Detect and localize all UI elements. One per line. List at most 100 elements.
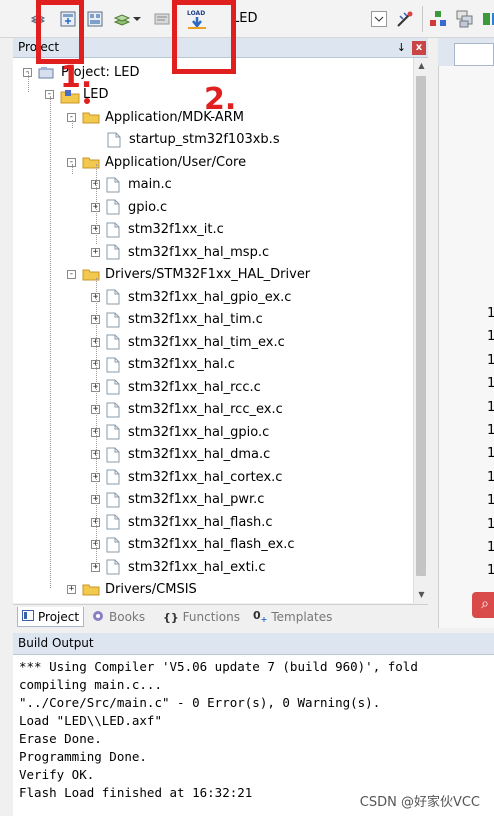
pack-installer-icon[interactable] — [481, 9, 494, 29]
tree-file[interactable]: + stm32f1xx_hal_cortex.c — [91, 467, 282, 487]
build-output-title: Build Output — [18, 636, 94, 650]
file-icon — [106, 514, 120, 530]
line-number: 1 — [487, 352, 494, 368]
editor-tab[interactable] — [454, 43, 494, 66]
tree-file[interactable]: startup_stm32f103xb.s — [107, 130, 280, 150]
tree-file[interactable]: + stm32f1xx_hal_gpio.c — [91, 422, 269, 442]
tree-guide-line — [96, 164, 97, 244]
tree-group[interactable]: + Drivers/CMSIS — [67, 580, 197, 600]
editor-gutter: 1 1 1 1 1 1 1 1 1 1 1 1 — [438, 66, 494, 628]
tab-templates[interactable]: 0+ Templates — [253, 607, 332, 627]
file-icon — [106, 222, 120, 238]
file-icon — [106, 289, 120, 305]
options-icon[interactable] — [152, 9, 172, 29]
annotation-box-2 — [172, 0, 236, 74]
pin-icon[interactable]: ↓ — [397, 41, 406, 54]
tab-books-label: Books — [109, 610, 146, 624]
scroll-up-icon[interactable]: ▲ — [414, 58, 429, 74]
build-output-line: Erase Done. — [19, 731, 102, 746]
scroll-thumb[interactable] — [416, 76, 426, 576]
tree-file-label: startup_stm32f103xb.s — [129, 132, 280, 147]
file-icon — [106, 424, 120, 440]
project-root-icon — [38, 66, 56, 79]
books-icon — [91, 610, 105, 625]
file-icon — [107, 132, 121, 148]
annotation-dot — [84, 98, 90, 104]
tree-file[interactable]: + stm32f1xx_it.c — [91, 220, 224, 240]
build-output-line: compiling main.c... — [19, 677, 162, 692]
tree-file[interactable]: + stm32f1xx_hal_rcc.c — [91, 377, 261, 397]
watermark: CSDN @好家伙VCC — [359, 795, 480, 810]
tree-file-label: stm32f1xx_hal_pwr.c — [128, 492, 265, 507]
file-icon — [106, 402, 120, 418]
tree-group-label: Drivers/CMSIS — [105, 582, 197, 597]
templates-icon: 0+ — [253, 609, 268, 625]
line-number: 1 — [487, 446, 494, 462]
line-number: 1 — [487, 540, 494, 555]
tree-file-label: stm32f1xx_hal_tim.c — [128, 312, 263, 327]
functions-icon: {} — [163, 610, 179, 624]
scroll-down-icon[interactable]: ▼ — [414, 587, 429, 603]
tree-file[interactable]: + stm32f1xx_hal_gpio_ex.c — [91, 287, 291, 307]
line-number: 1 — [487, 563, 494, 579]
tree-file-label: stm32f1xx_hal_gpio.c — [128, 424, 270, 440]
tree-guide-line — [72, 120, 73, 128]
manage-components-icon[interactable] — [428, 9, 448, 29]
close-panel-button[interactable]: x — [412, 41, 426, 55]
stop-build-icon[interactable] — [112, 9, 132, 29]
file-icon — [106, 312, 120, 328]
tree-guide-line — [28, 72, 29, 92]
tree-group[interactable]: - Drivers/STM32F1xx_HAL_Driver — [67, 265, 310, 285]
tree-file-label: stm32f1xx_hal_msp.c — [128, 244, 270, 260]
tree-file[interactable]: + stm32f1xx_hal.c — [91, 355, 235, 375]
tab-project-label: Project — [38, 609, 80, 624]
build-output-line: "../Core/Src/main.c" - 0 Error(s), 0 War… — [19, 695, 381, 710]
tree-file[interactable]: + stm32f1xx_hal_rcc_ex.c — [91, 400, 283, 420]
chevron-down-icon[interactable] — [132, 9, 142, 29]
tree-file-label: stm32f1xx_hal_flash.c — [128, 514, 273, 530]
file-icon — [106, 357, 120, 373]
tree-file[interactable]: + stm32f1xx_hal_flash_ex.c — [91, 535, 295, 555]
search-icon[interactable]: ⌕ — [472, 592, 494, 618]
line-number: 1 — [487, 399, 494, 415]
tree-file-label: gpio.c — [128, 199, 168, 215]
expand-icon[interactable]: + — [91, 247, 100, 257]
tab-project[interactable]: Project — [17, 607, 85, 627]
build-output-line: Programming Done. — [19, 749, 147, 764]
tree-file-label: stm32f1xx_hal_cortex.c — [128, 469, 283, 485]
file-icon — [106, 537, 120, 553]
project-window-tabs: Project Books {} Functions 0+ Templates — [13, 604, 428, 628]
tree-guide-line — [72, 164, 73, 174]
tree-file[interactable]: + stm32f1xx_hal_tim.c — [91, 310, 263, 330]
file-icon — [106, 244, 120, 260]
tree-file[interactable]: + gpio.c — [91, 197, 167, 217]
tab-books[interactable]: Books — [91, 607, 145, 627]
rebuild-icon[interactable] — [85, 9, 105, 29]
expand-icon[interactable]: + — [67, 585, 76, 594]
file-icon — [106, 447, 120, 463]
tree-file[interactable]: + main.c — [91, 175, 172, 195]
line-number: 1 — [487, 329, 494, 345]
collapse-icon[interactable]: - — [67, 270, 76, 279]
file-icon — [106, 379, 120, 395]
target-dropdown-icon[interactable] — [369, 9, 389, 29]
tree-group-label: Application/User/Core — [105, 154, 247, 170]
tree-file[interactable]: + stm32f1xx_hal_flash.c — [91, 512, 273, 532]
tree-scrollbar[interactable]: ▲ ▼ — [413, 58, 428, 603]
tree-file[interactable]: + stm32f1xx_hal_msp.c — [91, 242, 269, 262]
tree-file[interactable]: + stm32f1xx_hal_dma.c — [91, 445, 270, 465]
editor-tabstrip — [438, 38, 494, 66]
build-output-header: Build Output — [13, 633, 494, 655]
tree-file[interactable]: + stm32f1xx_hal_exti.c — [91, 557, 266, 577]
file-icon — [106, 559, 120, 575]
tree-file-label: stm32f1xx_hal_gpio_ex.c — [128, 289, 292, 305]
file-icon — [106, 469, 120, 485]
tree-file[interactable]: + stm32f1xx_hal_pwr.c — [91, 490, 264, 510]
tab-functions[interactable]: {} Functions — [163, 607, 240, 627]
line-number: 1 — [487, 469, 494, 485]
tree-file-label: stm32f1xx_hal_dma.c — [128, 447, 271, 462]
target-options-icon[interactable] — [395, 9, 415, 29]
select-packs-icon[interactable] — [455, 9, 475, 29]
tree-group[interactable]: - Application/User/Core — [67, 152, 246, 172]
tree-file[interactable]: + stm32f1xx_hal_tim_ex.c — [91, 332, 285, 352]
